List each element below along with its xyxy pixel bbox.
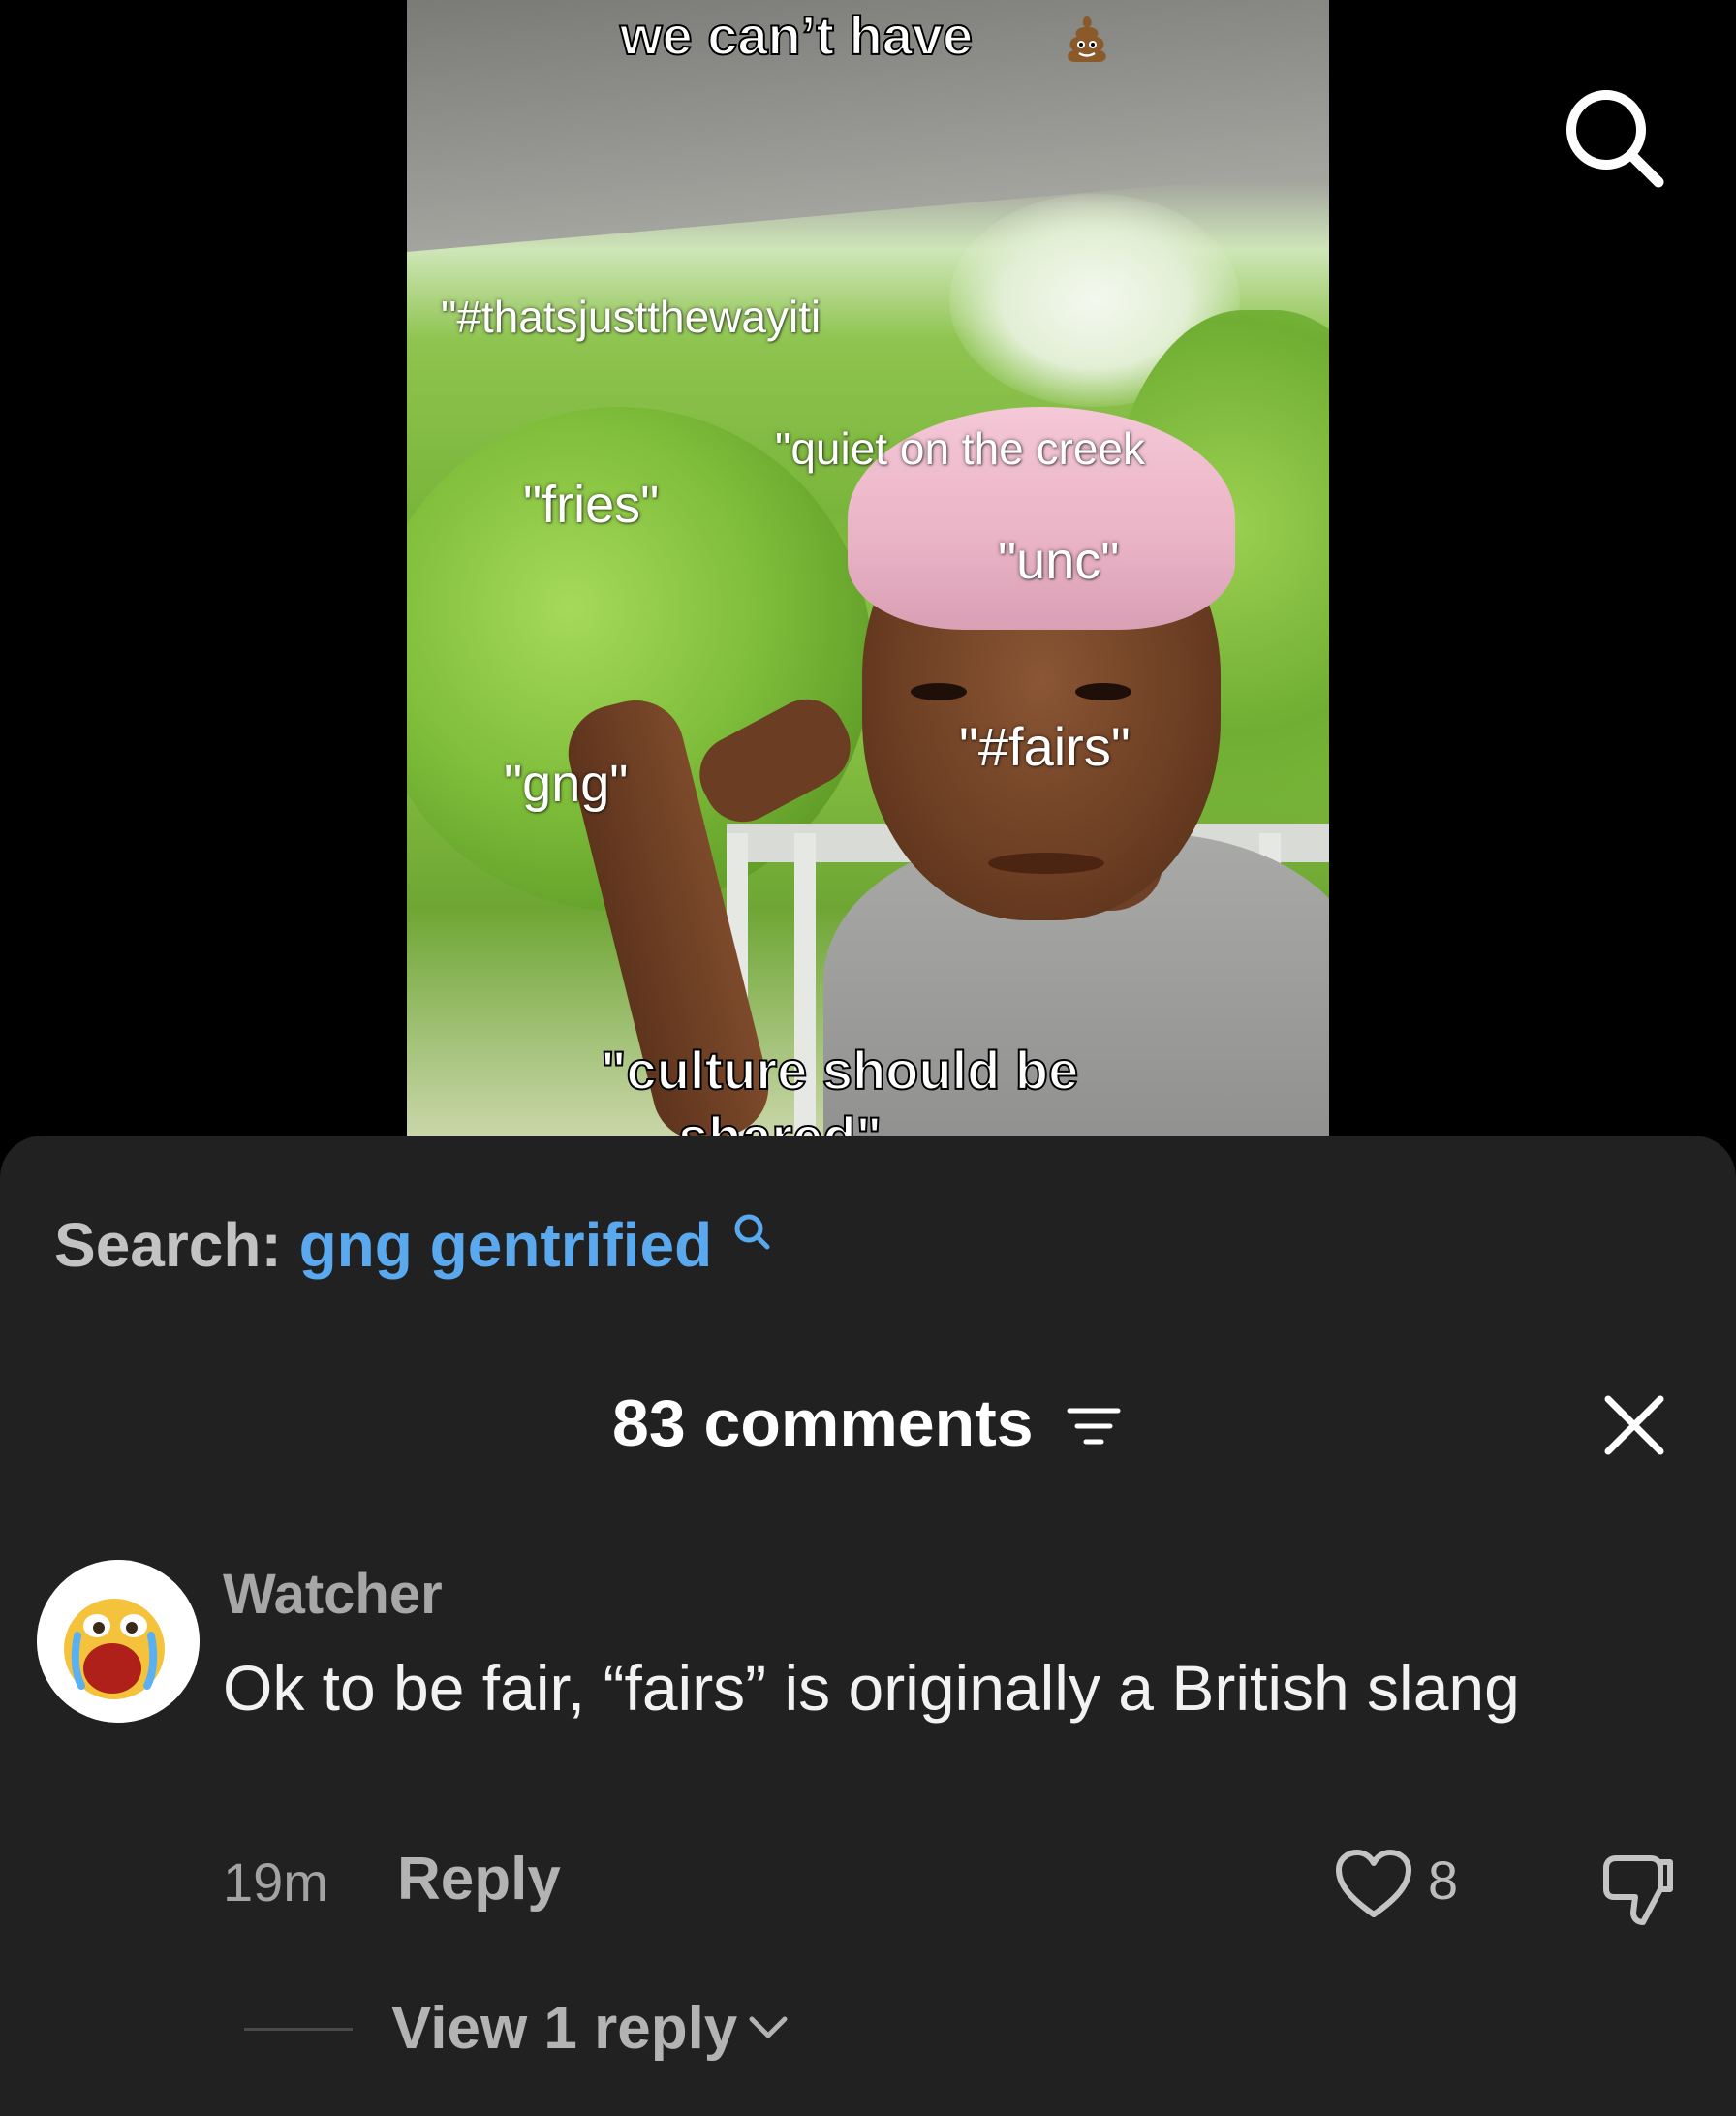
comment-timestamp: 19m: [223, 1852, 328, 1913]
video-overlay-word: "#fairs": [959, 716, 1131, 777]
video-overlay-word: "gng": [504, 755, 629, 813]
view-replies-button[interactable]: View 1 reply: [391, 1994, 737, 2063]
comment-username[interactable]: Watcher: [223, 1562, 443, 1627]
video-person-eye: [911, 683, 967, 700]
comment-text: Ok to be fair, “fairs” is originally a B…: [223, 1652, 1520, 1724]
avatar[interactable]: [37, 1560, 200, 1723]
search-icon[interactable]: [1560, 83, 1666, 190]
close-icon[interactable]: [1600, 1391, 1668, 1459]
video-overlay-word: "unc": [998, 532, 1120, 590]
search-suggestion-query[interactable]: gng gentrified: [299, 1210, 713, 1280]
filter-lines-icon[interactable]: [1066, 1403, 1122, 1451]
video-caption-top: we can’t have: [619, 4, 974, 67]
video-person-mouth: [988, 853, 1104, 874]
video-overlay-word: "#thatsjustthewayiti: [441, 292, 822, 342]
crying-emoji-avatar-icon: [37, 1560, 200, 1723]
heart-icon[interactable]: [1335, 1849, 1412, 1920]
like-count: 8: [1428, 1850, 1459, 1911]
video-overlay-word: "quiet on the creek: [775, 423, 1146, 474]
chevron-down-icon[interactable]: [746, 2013, 790, 2042]
comments-count: 83 comments: [612, 1386, 1034, 1460]
screen: we can’t have "#thatsjustthewayiti "quie…: [0, 0, 1736, 2116]
poop-emoji-icon: [1068, 16, 1106, 62]
video-player[interactable]: [407, 0, 1329, 1136]
search-icon: [734, 1214, 770, 1250]
search-suggestion-label: Search:: [54, 1210, 282, 1280]
video-overlay-word: "fries": [523, 476, 660, 534]
thumbs-down-icon[interactable]: [1598, 1851, 1676, 1928]
reply-divider: [244, 2028, 353, 2031]
video-person-eye: [1075, 683, 1132, 700]
video-caption-bottom: "culture should be: [600, 1039, 1079, 1102]
search-suggestion[interactable]: Search: gng gentrified: [54, 1209, 770, 1281]
reply-button[interactable]: Reply: [397, 1845, 561, 1914]
